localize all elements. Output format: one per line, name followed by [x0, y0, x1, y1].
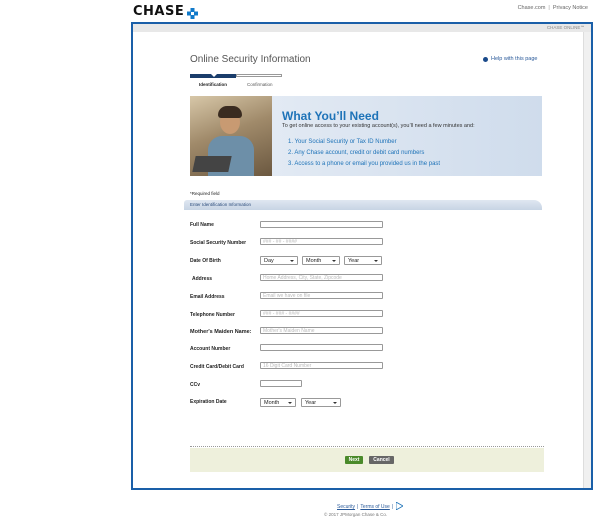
cancel-button[interactable]: Cancel	[369, 456, 394, 464]
dob-day-select[interactable]: Day	[260, 256, 298, 265]
exp-month-value: Month	[264, 400, 280, 406]
terms-of-use-link[interactable]: Terms of Use	[360, 504, 389, 510]
account-number-label: Account Number	[190, 346, 231, 352]
exp-year-value: Year	[305, 400, 317, 406]
top-bar: CHASE Chase.com | Privacy Notice	[0, 0, 600, 22]
requirement-item: 1. Your Social Security or Tax ID Number	[288, 139, 397, 145]
frame-header-strip: CHASE ONLINE℠	[133, 24, 591, 32]
banner-subtitle: To get online access to your existing ac…	[282, 123, 475, 129]
banner-photo	[190, 96, 272, 176]
footer-links: Security | Terms of Use |	[337, 501, 404, 512]
dob-month-select[interactable]: Month	[302, 256, 340, 265]
card-label: Credit Card/Debit Card	[190, 364, 244, 370]
link-separator: |	[548, 5, 550, 11]
maiden-name-input[interactable]: Mother's Maiden Name	[260, 327, 383, 334]
chase-logo[interactable]: CHASE	[133, 4, 199, 19]
divider	[190, 446, 544, 447]
address-input[interactable]: Home Address, City, State, Zipcode	[260, 274, 383, 281]
requirement-item: 3. Access to a phone or email you provid…	[288, 161, 441, 167]
help-icon	[483, 56, 488, 62]
action-panel	[190, 448, 544, 472]
ssn-input[interactable]: ### - ## - ####	[260, 238, 383, 245]
step-confirmation: Confirmation	[247, 82, 273, 87]
card-number-input[interactable]: 16 Digit Card Number	[260, 362, 383, 369]
dob-label: Date Of Birth	[190, 258, 221, 264]
footer-separator: |	[357, 504, 359, 510]
top-links: Chase.com | Privacy Notice	[518, 5, 588, 11]
scrollbar[interactable]	[583, 32, 591, 488]
banner-requirements-list: 1. Your Social Security or Tax ID Number…	[288, 137, 440, 170]
expiration-label: Expiration Date	[190, 399, 227, 405]
ssn-label: Social Security Number	[190, 240, 247, 246]
privacy-notice-link[interactable]: Privacy Notice	[553, 5, 588, 11]
chevron-down-icon	[333, 402, 337, 404]
phone-label: Telephone Number	[190, 312, 235, 318]
step-identification: Identification	[199, 82, 227, 87]
copyright: © 2017 JPMorgan Chase & Co.	[324, 512, 388, 517]
photo-laptop	[192, 156, 232, 172]
page-title: Online Security Information	[190, 54, 311, 65]
progress-arrow-icon	[211, 74, 217, 77]
help-link-label: Help with this page	[491, 56, 538, 62]
next-button[interactable]: Next	[345, 456, 363, 464]
full-name-label: Full Name	[190, 222, 214, 228]
chevron-down-icon	[374, 260, 378, 262]
security-link[interactable]: Security	[337, 504, 355, 510]
email-label: Email Address	[190, 294, 225, 300]
chase-com-link[interactable]: Chase.com	[518, 5, 546, 11]
photo-person-hair	[218, 106, 242, 118]
cvv-label: CCv	[190, 382, 201, 388]
dob-day-value: Day	[264, 258, 274, 264]
dob-month-value: Month	[306, 258, 322, 264]
logo-text: CHASE	[133, 4, 185, 19]
dob-year-value: Year	[348, 258, 360, 264]
cvv-input[interactable]	[260, 380, 302, 387]
account-number-input[interactable]	[260, 344, 383, 351]
phone-input[interactable]: ### - ### - ####	[260, 310, 383, 317]
exp-year-select[interactable]: Year	[301, 398, 341, 407]
required-field-note: *Required field	[190, 191, 220, 196]
play-arrow-icon[interactable]	[395, 501, 404, 512]
chase-octagon-icon	[187, 6, 199, 19]
footer-separator: |	[391, 504, 394, 510]
chevron-down-icon	[288, 402, 292, 404]
chevron-down-icon	[290, 260, 294, 262]
chevron-down-icon	[332, 260, 336, 262]
email-input[interactable]: Email we have on file	[260, 292, 383, 299]
requirement-item: 2. Any Chase account, credit or debit ca…	[288, 150, 425, 156]
full-name-input[interactable]	[260, 221, 383, 228]
banner-heading: What You’ll Need	[282, 109, 379, 123]
dob-year-select[interactable]: Year	[344, 256, 382, 265]
section-header: Enter Identification Information	[184, 200, 542, 210]
help-link[interactable]: Help with this page	[483, 56, 537, 62]
exp-month-select[interactable]: Month	[260, 398, 296, 407]
maiden-name-label: Mother's Maiden Name:	[190, 329, 252, 335]
address-label: Address	[192, 276, 213, 282]
progress-indicator	[190, 74, 282, 78]
progress-step-inactive	[236, 74, 282, 77]
